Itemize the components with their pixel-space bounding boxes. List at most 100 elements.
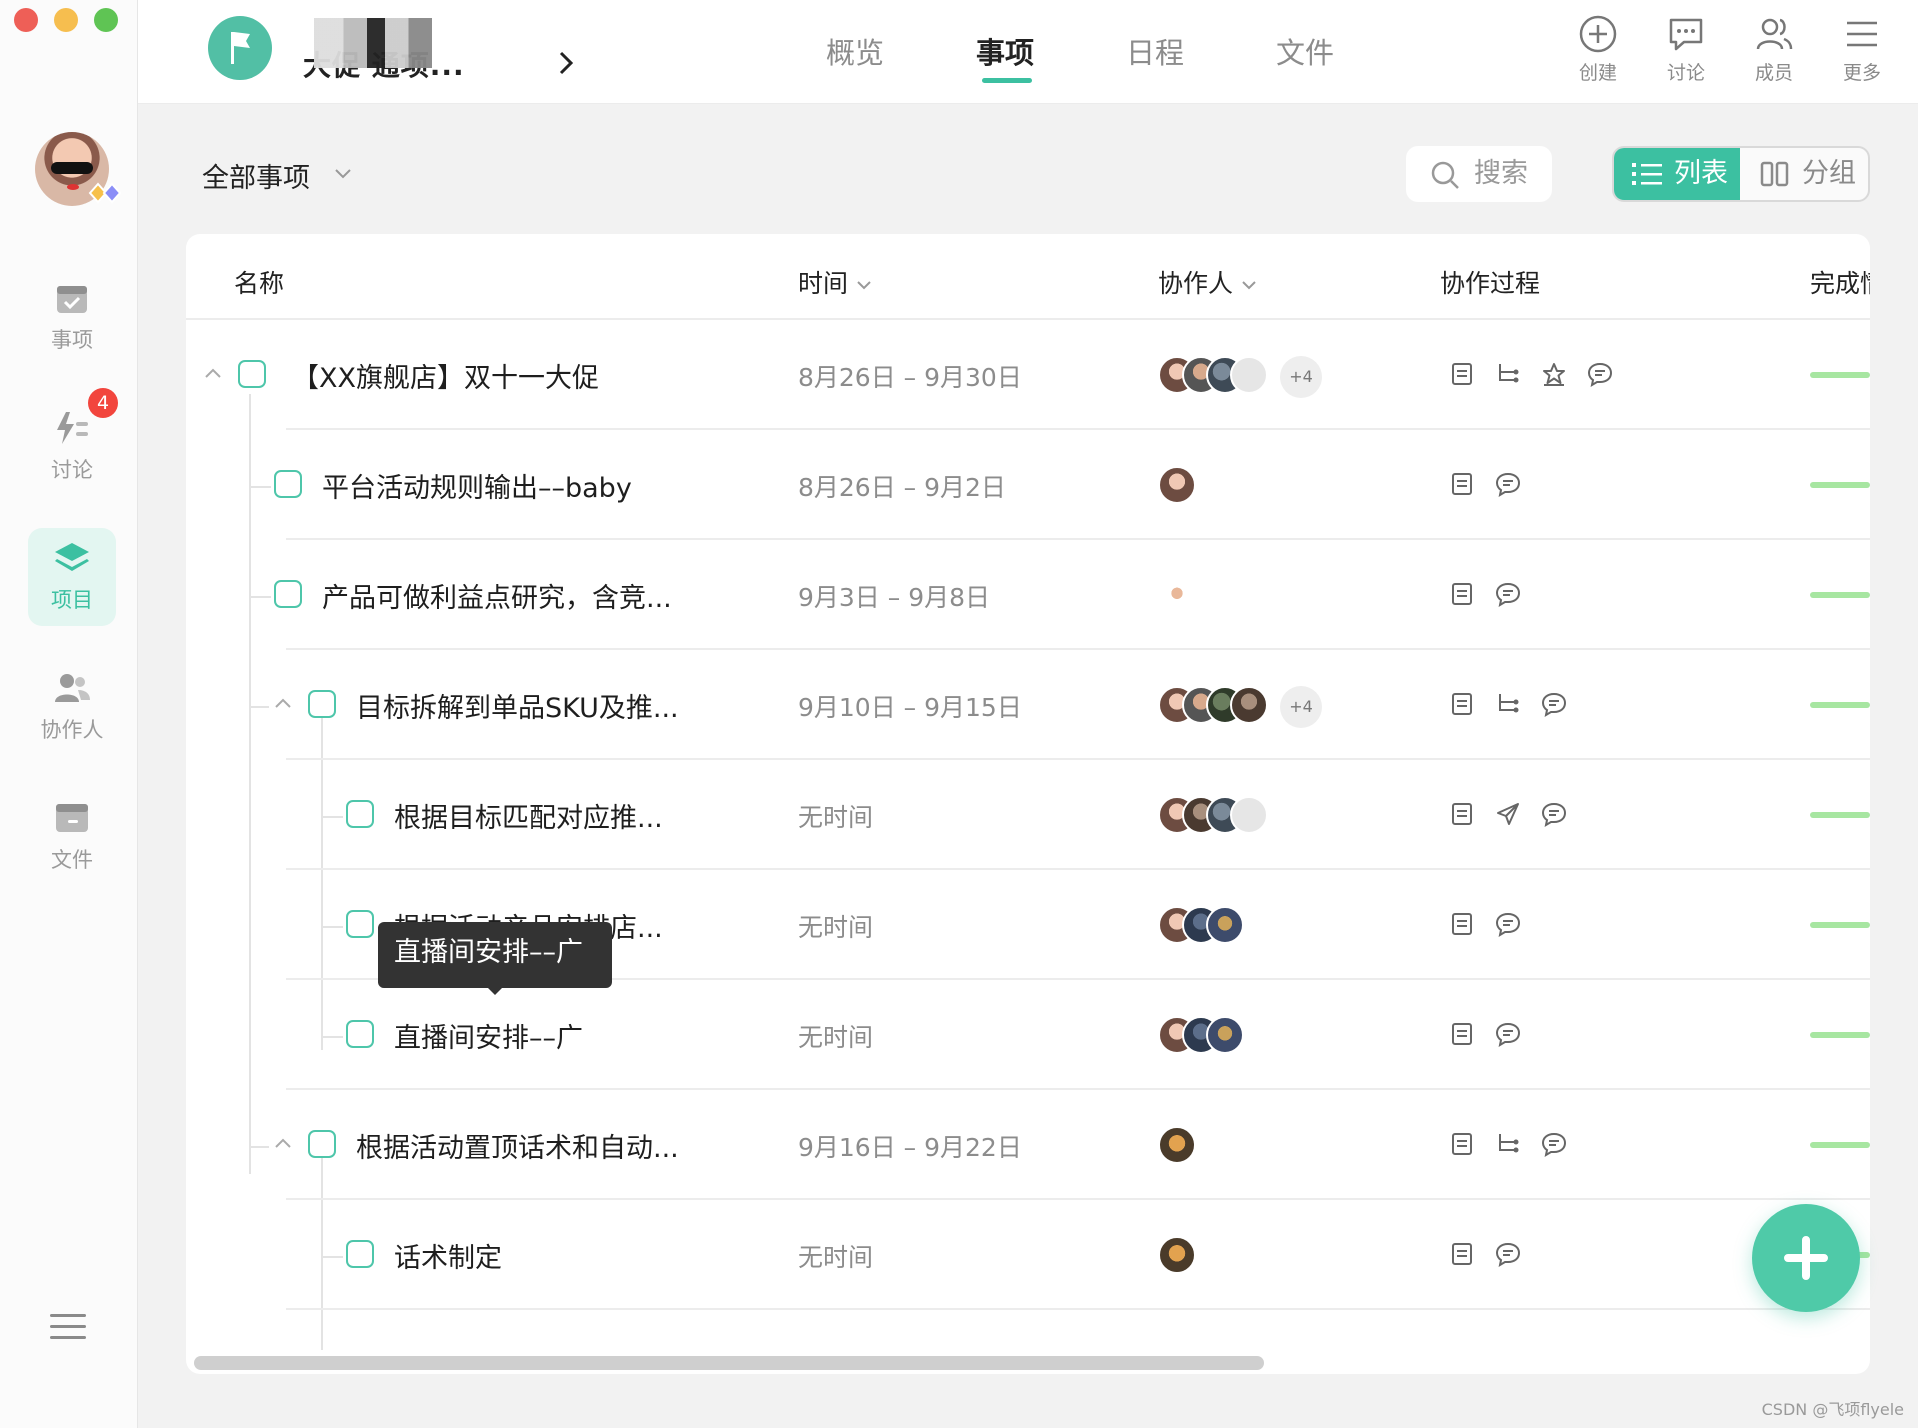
subtask-icon[interactable] (1494, 360, 1522, 388)
table-row[interactable]: 平台活动规则输出––baby 8月26日 – 9月2日 (186, 430, 1870, 540)
star-icon[interactable] (1540, 360, 1568, 388)
sidebar-item-projects[interactable]: 项目 (28, 528, 116, 626)
task-checkbox[interactable] (346, 1020, 374, 1048)
horizontal-scrollbar[interactable] (194, 1356, 1264, 1370)
tab-files[interactable]: 文件 (1276, 30, 1334, 72)
chevron-down-icon (1242, 281, 1256, 290)
comment-icon[interactable] (1540, 690, 1568, 718)
group-view-button[interactable]: 分组 (1742, 148, 1868, 200)
document-icon[interactable] (1448, 1240, 1476, 1268)
table-row[interactable]: 目标拆解到单品SKU及推... 9月10日 – 9月15日 +4 (186, 650, 1870, 760)
tab-tasks[interactable]: 事项 (976, 30, 1034, 72)
document-icon[interactable] (1448, 470, 1476, 498)
chevron-right-icon[interactable] (558, 50, 574, 76)
task-name[interactable]: 目标拆解到单品SKU及推... (356, 686, 679, 725)
task-time: 8月26日 – 9月2日 (798, 473, 1006, 502)
column-header-done[interactable]: 完成情况 (1810, 269, 1870, 298)
comment-icon[interactable] (1540, 1130, 1568, 1158)
task-checkbox[interactable] (274, 470, 302, 498)
progress-bar (1810, 1032, 1870, 1038)
comment-icon[interactable] (1586, 360, 1614, 388)
task-filter-dropdown[interactable]: 全部事项 (202, 156, 310, 195)
sidebar-item-collaborators[interactable]: 协作人 (28, 658, 116, 756)
search-button[interactable]: 搜索 (1406, 146, 1552, 202)
layers-icon (55, 543, 89, 571)
more-assignees-count[interactable]: +4 (1280, 356, 1322, 398)
members-button[interactable]: 成员 (1738, 14, 1810, 85)
task-time: 9月10日 – 9月15日 (798, 693, 1022, 722)
column-header-time[interactable]: 时间 (798, 264, 872, 300)
collapse-icon[interactable] (272, 1132, 294, 1154)
tab-overview[interactable]: 概览 (826, 30, 884, 72)
task-checkbox[interactable] (308, 1130, 336, 1158)
progress-bar (1810, 372, 1870, 378)
send-icon[interactable] (1494, 800, 1522, 828)
column-header-assignees[interactable]: 协作人 (1158, 264, 1257, 300)
task-checkbox[interactable] (308, 690, 336, 718)
comment-icon[interactable] (1494, 1240, 1522, 1268)
collapse-icon[interactable] (202, 362, 224, 384)
add-task-button[interactable] (1752, 1204, 1860, 1312)
menu-icon (1847, 21, 1877, 47)
subtask-icon[interactable] (1494, 1130, 1522, 1158)
column-header-process[interactable]: 协作过程 (1440, 264, 1540, 300)
tab-schedule[interactable]: 日程 (1126, 30, 1184, 72)
document-icon[interactable] (1448, 800, 1476, 828)
collapse-icon[interactable] (272, 692, 294, 714)
comment-icon[interactable] (1494, 580, 1522, 608)
project-logo[interactable] (208, 16, 272, 80)
table-row[interactable]: 根据目标匹配对应推... 无时间 (186, 760, 1870, 870)
task-name[interactable]: 平台活动规则输出––baby (322, 466, 632, 505)
more-button[interactable]: 更多 (1826, 14, 1898, 85)
discussion-button[interactable]: 讨论 (1650, 14, 1722, 85)
sidebar-menu-icon[interactable] (50, 1312, 86, 1342)
document-icon[interactable] (1448, 580, 1476, 608)
comment-icon[interactable] (1494, 910, 1522, 938)
task-name[interactable]: 【XX旗舰店】双十一大促 (292, 356, 599, 395)
task-checkbox[interactable] (346, 800, 374, 828)
comment-icon[interactable] (1494, 470, 1522, 498)
calendar-check-icon (57, 286, 87, 313)
window-minimize-button[interactable] (54, 8, 78, 32)
table-row[interactable]: 直播间安排––广 无时间 (186, 980, 1870, 1090)
task-name[interactable]: 直播间安排––广 (394, 1016, 583, 1055)
task-name[interactable]: 根据目标匹配对应推... (394, 796, 663, 835)
document-icon[interactable] (1448, 1020, 1476, 1048)
table-row[interactable]: 【XX旗舰店】双十一大促 8月26日 – 9月30日 +4 (186, 320, 1870, 430)
document-icon[interactable] (1448, 360, 1476, 388)
task-checkbox[interactable] (274, 580, 302, 608)
task-name[interactable]: 根据活动置顶话术和自动... (356, 1126, 679, 1165)
task-time: 9月3日 – 9月8日 (798, 583, 991, 612)
column-header-label: 时间 (798, 269, 849, 298)
table-row[interactable]: 根据活动置顶话术和自动... 9月16日 – 9月22日 (186, 1090, 1870, 1200)
default-avatar-icon (1230, 796, 1268, 834)
search-label: 搜索 (1474, 158, 1528, 189)
sidebar-item-files[interactable]: 文件 (28, 788, 116, 886)
create-label: 创建 (1578, 62, 1617, 84)
column-header-name[interactable]: 名称 (234, 264, 284, 300)
comment-icon[interactable] (1494, 1020, 1522, 1048)
table-row[interactable]: 产品可做利益点研究，含竞... 9月3日 – 9月8日 (186, 540, 1870, 650)
task-name[interactable]: 话术制定 (394, 1236, 502, 1275)
list-view-button[interactable]: 列表 (1614, 148, 1740, 200)
comment-icon[interactable] (1540, 800, 1568, 828)
more-assignees-count[interactable]: +4 (1280, 686, 1322, 728)
document-icon[interactable] (1448, 1130, 1476, 1158)
subtask-icon[interactable] (1494, 690, 1522, 718)
task-checkbox[interactable] (238, 360, 266, 388)
task-checkbox[interactable] (346, 1240, 374, 1268)
document-icon[interactable] (1448, 690, 1476, 718)
document-icon[interactable] (1448, 910, 1476, 938)
window-maximize-button[interactable] (94, 8, 118, 32)
chevron-down-icon[interactable] (334, 168, 352, 180)
create-button[interactable]: 创建 (1562, 14, 1634, 85)
task-name[interactable]: 产品可做利益点研究，含竞... (322, 576, 672, 615)
sidebar-item-tasks[interactable]: 事项 (28, 268, 116, 366)
task-checkbox[interactable] (346, 910, 374, 938)
sidebar-item-label: 事项 (51, 328, 93, 352)
sidebar: 事项 讨论 4 项目 协作人 文件 (0, 0, 138, 1428)
window-close-button[interactable] (14, 8, 38, 32)
table-row[interactable]: 话术制定 无时间 (186, 1200, 1870, 1310)
task-name-tooltip: 直播间安排––广 (378, 922, 612, 988)
redacted-title-overlay (314, 18, 432, 68)
